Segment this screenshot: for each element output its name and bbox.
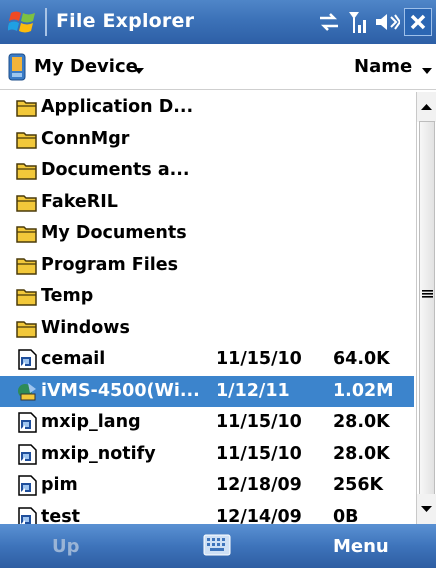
title-bar: File Explorer [0, 0, 436, 44]
softkey-bar: Up Menu [0, 524, 436, 568]
file-name: Temp [41, 286, 94, 306]
list-item[interactable]: mxip_lang 11/15/10 28.0K [0, 407, 414, 439]
close-button[interactable] [404, 8, 432, 36]
file-size: 1.02M [333, 380, 394, 401]
list-item[interactable]: Documents a... [0, 155, 414, 187]
folder-icon [16, 223, 38, 244]
up-softkey[interactable]: Up [52, 536, 80, 557]
list-item[interactable]: Program Files [0, 250, 414, 282]
close-icon [410, 14, 426, 30]
file-size: 256K [333, 475, 384, 495]
file-date: 12/14/09 [216, 506, 302, 525]
file-name: ConnMgr [41, 128, 130, 149]
file-name: test [41, 506, 81, 525]
list-item[interactable]: ConnMgr [0, 124, 414, 156]
volume-icon[interactable] [374, 9, 400, 35]
arrow-up-icon [421, 104, 432, 110]
folder-icon [16, 160, 38, 181]
folder-icon [16, 97, 38, 118]
file-size: 64.0K [333, 349, 390, 369]
shortcut-icon [16, 475, 38, 496]
signal-strength-icon[interactable] [348, 9, 370, 35]
folder-icon [16, 129, 38, 150]
file-size: 28.0K [333, 443, 390, 464]
shortcut-icon [16, 506, 38, 524]
list-item[interactable]: FakeRIL [0, 187, 414, 219]
file-name: Application D... [41, 97, 194, 117]
file-date: 12/18/09 [216, 475, 302, 495]
shortcut-icon [16, 443, 38, 465]
file-list: Application D... ConnMgr Documents a... Fak… [0, 92, 414, 524]
scroll-thumb[interactable] [419, 121, 435, 495]
list-item[interactable]: test 12/14/09 0B [0, 502, 414, 525]
list-item[interactable]: Windows [0, 313, 414, 345]
scroll-down-button[interactable] [417, 494, 436, 524]
list-item[interactable]: My Documents [0, 218, 414, 250]
shortcut-icon [16, 412, 38, 433]
grip-icon [422, 290, 433, 298]
file-name: iVMS-4500(Wi... [41, 380, 200, 401]
list-item[interactable]: cemail 11/15/10 64.0K [0, 344, 414, 376]
folder-icon [16, 318, 38, 339]
arrow-down-icon [421, 506, 432, 512]
shortcut-icon [16, 349, 38, 370]
chevron-down-icon [134, 68, 144, 74]
file-name: Documents a... [41, 160, 190, 180]
vertical-scrollbar[interactable] [416, 92, 436, 524]
chevron-down-icon [422, 68, 432, 74]
location-label: My Device [34, 56, 138, 77]
list-item[interactable]: Temp [0, 281, 414, 313]
file-size: 28.0K [333, 412, 390, 432]
connectivity-icon[interactable] [316, 9, 342, 35]
file-date: 11/15/10 [216, 412, 302, 432]
file-size: 0B [333, 506, 359, 525]
location-bar: My Device Name [0, 44, 436, 90]
file-name: mxip_notify [41, 443, 156, 464]
file-name: mxip_lang [41, 412, 141, 432]
list-item[interactable]: Application D... [0, 92, 414, 124]
file-name: Program Files [41, 254, 179, 275]
file-name: pim [41, 475, 78, 495]
list-item[interactable]: pim 12/18/09 256K [0, 470, 414, 502]
device-icon [8, 53, 26, 81]
folder-icon [16, 192, 38, 213]
file-date: 1/12/11 [216, 380, 290, 401]
sort-label: Name [354, 56, 413, 77]
app-title: File Explorer [56, 10, 195, 32]
app-icon [16, 381, 38, 402]
list-item[interactable]: iVMS-4500(Wi... 1/12/11 1.02M [0, 375, 414, 407]
keyboard-icon[interactable] [203, 534, 231, 556]
windows-start-icon[interactable] [8, 7, 38, 37]
file-date: 11/15/10 [216, 349, 302, 369]
file-date: 11/15/10 [216, 443, 302, 464]
file-name: FakeRIL [41, 191, 118, 212]
scroll-up-button[interactable] [417, 92, 436, 122]
folder-icon [16, 286, 38, 307]
file-name: My Documents [41, 223, 187, 243]
file-name: Windows [41, 317, 130, 338]
file-name: cemail [41, 349, 106, 369]
menu-softkey[interactable]: Menu [333, 536, 389, 557]
folder-icon [16, 255, 38, 276]
title-divider [45, 8, 47, 36]
list-item[interactable]: mxip_notify 11/15/10 28.0K [0, 439, 414, 471]
